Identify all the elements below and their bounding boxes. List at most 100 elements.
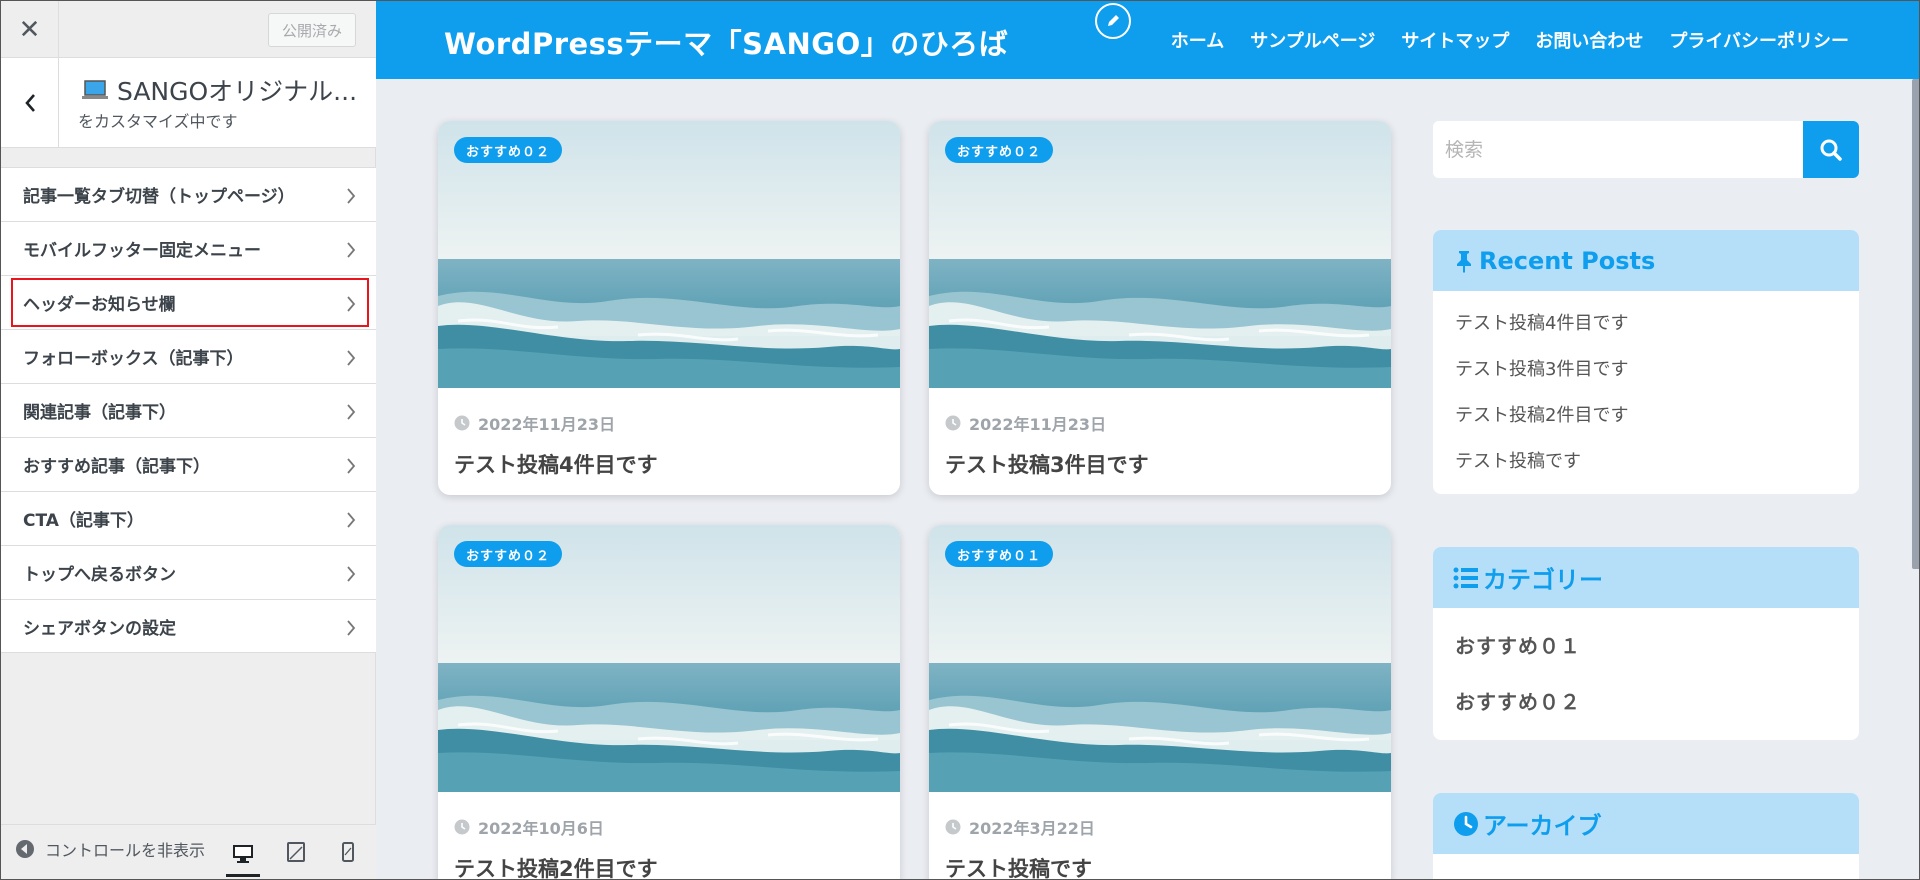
recent-posts-list: テスト投稿4件目です テスト投稿3件目です テスト投稿2件目です テスト投稿です: [1433, 291, 1859, 483]
post-title[interactable]: テスト投稿4件目です: [454, 449, 658, 479]
site-preview: WordPressテーマ「SANGO」のひろば ホーム サンプルページ サイトマ…: [376, 1, 1919, 879]
collapse-arrow-icon: [16, 840, 34, 858]
post-date: 2022年3月22日: [945, 815, 1095, 839]
menu-item-follow-box[interactable]: フォローボックス（記事下）: [1, 329, 376, 383]
site-title[interactable]: WordPressテーマ「SANGO」のひろば: [444, 21, 1008, 63]
site-header: WordPressテーマ「SANGO」のひろば ホーム サンプルページ サイトマ…: [376, 1, 1919, 79]
post-card[interactable]: おすすめ０２ 2022年11月23日 テスト投稿4件目です: [438, 121, 900, 495]
widget-title: アーカイブ: [1483, 812, 1602, 840]
widget-title: カテゴリー: [1483, 566, 1603, 594]
preview-tablet-button[interactable]: [279, 835, 313, 869]
category-badge[interactable]: おすすめ０２: [454, 541, 563, 567]
search-button[interactable]: [1803, 121, 1859, 178]
chevron-right-icon: [347, 350, 356, 366]
post-card[interactable]: おすすめ０２ 2022年10月6日 テスト投稿2件目です: [438, 525, 900, 879]
close-button[interactable]: ✕: [1, 1, 59, 58]
widget-header: カテゴリー: [1433, 547, 1859, 608]
menu-item-mobile-footer[interactable]: モバイルフッター固定メニュー: [1, 221, 376, 275]
search-icon: [1820, 139, 1842, 161]
clock-icon: [454, 415, 470, 431]
chevron-right-icon: [347, 404, 356, 420]
menu-item-label: シェアボタンの設定: [23, 618, 176, 639]
menu-item-label: 関連記事（記事下）: [23, 403, 176, 423]
category-badge[interactable]: おすすめ０２: [945, 137, 1054, 163]
section-title-text: SANGOオリジナル...: [117, 77, 358, 106]
tablet-icon: [287, 842, 305, 862]
category-badge[interactable]: おすすめ０２: [454, 137, 563, 163]
recent-post-link[interactable]: テスト投稿2件目です: [1455, 391, 1859, 437]
nav-home[interactable]: ホーム: [1171, 27, 1224, 53]
chevron-right-icon: [347, 512, 356, 528]
collapse-label: コントロールを非表示: [45, 841, 206, 860]
category-badge[interactable]: おすすめ０１: [945, 541, 1054, 567]
menu-item-article-tabs[interactable]: 記事一覧タブ切替（トップページ）: [1, 167, 376, 221]
post-card[interactable]: おすすめ０２ 2022年11月23日 テスト投稿3件目です: [929, 121, 1391, 495]
preview-scrollbar[interactable]: [1912, 79, 1919, 569]
preview-desktop-button[interactable]: [226, 833, 260, 877]
archive-widget: アーカイブ: [1433, 793, 1859, 879]
list-icon: [1453, 567, 1478, 588]
close-icon: ✕: [18, 14, 41, 45]
collapse-controls-button[interactable]: コントロールを非表示: [15, 837, 210, 861]
menu-item-label: トップへ戻るボタン: [23, 565, 176, 585]
menu-item-share-buttons[interactable]: シェアボタンの設定: [1, 599, 376, 653]
post-date-text: 2022年3月22日: [969, 819, 1095, 838]
laptop-icon: [82, 80, 108, 99]
panel-header: ✕ 公開済み: [1, 1, 376, 58]
menu-item-label: フォローボックス（記事下）: [23, 349, 244, 369]
menu-item-recommended-posts[interactable]: おすすめ記事（記事下）: [1, 437, 376, 491]
section-title: SANGOオリジナル...: [81, 72, 357, 108]
search-input[interactable]: [1433, 121, 1803, 178]
nav-contact[interactable]: お問い合わせ: [1535, 27, 1643, 53]
preview-mobile-button[interactable]: [331, 835, 365, 869]
menu-item-header-notice[interactable]: ヘッダーお知らせ欄: [1, 275, 376, 329]
main-nav: ホーム サンプルページ サイトマップ お問い合わせ プライバシーポリシー: [1171, 27, 1849, 53]
chevron-right-icon: [347, 620, 356, 636]
post-card[interactable]: おすすめ０１ 2022年3月22日 テスト投稿です: [929, 525, 1391, 879]
widget-title: Recent Posts: [1479, 246, 1656, 275]
chevron-right-icon: [347, 566, 356, 582]
recent-post-link[interactable]: テスト投稿4件目です: [1455, 299, 1859, 345]
menu-item-back-to-top[interactable]: トップへ戻るボタン: [1, 545, 376, 599]
nav-sample-page[interactable]: サンプルページ: [1250, 27, 1375, 53]
post-date-text: 2022年10月6日: [478, 819, 604, 838]
chevron-right-icon: [347, 458, 356, 474]
menu-item-label: おすすめ記事（記事下）: [23, 457, 210, 477]
edit-shortcut-button[interactable]: [1095, 3, 1131, 39]
section-subtitle: をカスタマイズ中です: [78, 112, 238, 131]
recent-posts-widget: Recent Posts テスト投稿4件目です テスト投稿3件目です テスト投稿…: [1433, 230, 1859, 494]
clock-icon: [454, 819, 470, 835]
menu-item-related-posts[interactable]: 関連記事（記事下）: [1, 383, 376, 437]
menu-item-label: ヘッダーお知らせ欄: [23, 295, 176, 315]
post-date: 2022年11月23日: [454, 411, 615, 435]
post-title[interactable]: テスト投稿3件目です: [945, 449, 1149, 479]
widget-header: アーカイブ: [1433, 793, 1859, 854]
section-menu: 記事一覧タブ切替（トップページ） モバイルフッター固定メニュー ヘッダーお知らせ…: [1, 167, 376, 653]
widget-header: Recent Posts: [1433, 230, 1859, 291]
nav-privacy-policy[interactable]: プライバシーポリシー: [1669, 27, 1849, 53]
post-title[interactable]: テスト投稿です: [945, 853, 1092, 879]
chevron-right-icon: [347, 296, 356, 312]
back-button[interactable]: [1, 58, 59, 148]
post-date-text: 2022年11月23日: [478, 415, 616, 434]
post-date: 2022年11月23日: [945, 411, 1106, 435]
category-link[interactable]: おすすめ０１: [1455, 616, 1859, 672]
post-date-text: 2022年11月23日: [969, 415, 1107, 434]
customizer-panel: ✕ 公開済み SANGOオリジナル... をカスタマイズ中です 記事一覧タブ切替…: [1, 1, 376, 879]
pin-icon: [1457, 250, 1471, 273]
recent-post-link[interactable]: テスト投稿3件目です: [1455, 345, 1859, 391]
nav-sitemap[interactable]: サイトマップ: [1401, 27, 1509, 53]
panel-footer: コントロールを非表示: [1, 824, 376, 879]
category-link[interactable]: おすすめ０２: [1455, 672, 1859, 728]
section-info: SANGOオリジナル... をカスタマイズ中です: [1, 58, 376, 148]
post-title[interactable]: テスト投稿2件目です: [454, 853, 658, 879]
menu-item-cta[interactable]: CTA（記事下）: [1, 491, 376, 545]
publish-button[interactable]: 公開済み: [267, 13, 356, 47]
recent-post-link[interactable]: テスト投稿です: [1455, 437, 1859, 483]
chevron-right-icon: [347, 242, 356, 258]
menu-item-label: 記事一覧タブ切替（トップページ）: [23, 187, 295, 207]
post-date: 2022年10月6日: [454, 815, 604, 839]
search-form: [1433, 121, 1859, 178]
clock-icon: [945, 819, 961, 835]
chevron-left-icon: [24, 94, 35, 112]
